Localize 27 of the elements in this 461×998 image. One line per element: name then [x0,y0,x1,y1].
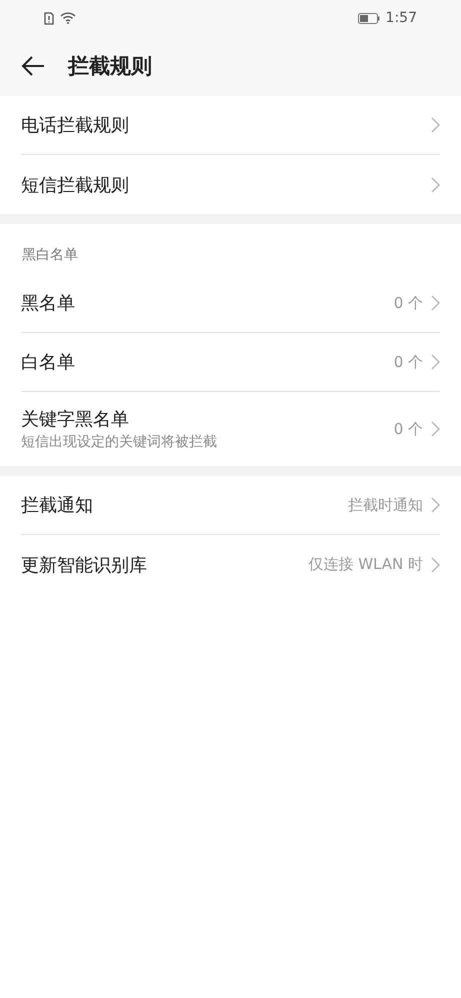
chevron-icon [431,556,440,572]
chevron-icon [431,176,440,192]
chevron-icon [431,421,440,437]
setting-value: 拦截时通知 [348,496,423,514]
status-time: 1:57 [386,10,417,26]
back-button[interactable] [20,55,46,77]
setting-title[interactable]: 关键字黑名单 [21,407,386,431]
setting-value: 0 个 [394,352,423,372]
chevron-icon [431,354,440,370]
setting-title[interactable]: 短信拦截规则 [21,172,423,196]
chevron-icon [431,295,440,311]
chevron-icon [431,497,440,513]
battery-icon [358,12,380,24]
chevron-icon [431,117,440,133]
wifi-icon [60,12,76,24]
setting-value: 0 个 [394,294,423,312]
setting-value: 0 个 [394,420,423,438]
setting-title[interactable]: 拦截通知 [21,493,340,517]
setting-value: 仅连接 WLAN 时 [308,555,423,574]
section-heading: 黑白名单 [21,246,79,265]
setting-description: 短信出现设定的关键词将被拦截 [21,433,218,451]
setting-title[interactable]: 黑名单 [21,291,386,315]
setting-title[interactable]: 更新智能识别库 [21,552,300,576]
setting-title[interactable]: 电话拦截规则 [21,113,423,137]
sim-alert-icon [44,12,54,24]
page-title: 拦截规则 [68,53,152,80]
setting-title[interactable]: 白名单 [21,350,386,374]
